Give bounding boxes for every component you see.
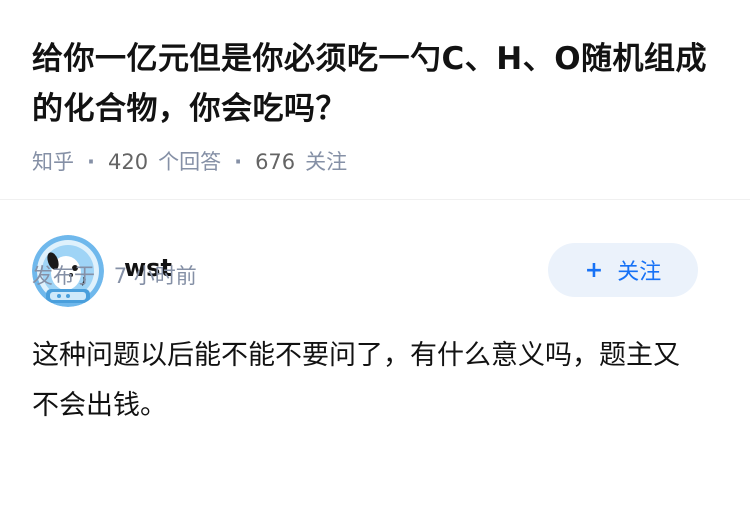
- answer-card: wst + 关注 这种问题以后能不能不要问了，有什么意义吗，题主又不会出钱。: [0, 201, 750, 532]
- published-label: 发布于: [32, 264, 95, 288]
- question-title[interactable]: 给你一亿元但是你必须吃一勺C、H、O随机组成的化合物，你会吃吗？: [32, 34, 712, 134]
- answer-count: 420: [107, 150, 149, 174]
- follow-button[interactable]: + 关注: [548, 243, 698, 297]
- follower-count: 676: [255, 150, 296, 174]
- plus-icon: +: [584, 257, 604, 283]
- question-header: 给你一亿元但是你必须吃一勺C、H、O随机组成的化合物，你会吃吗？ 知乎 · 42…: [0, 0, 750, 200]
- meta-separator: ·: [87, 150, 95, 174]
- published-info: 发布于 7 小时前: [32, 262, 197, 290]
- follower-count-label[interactable]: 关注: [305, 148, 347, 176]
- source-label[interactable]: 知乎: [32, 148, 74, 176]
- author-row: wst + 关注: [32, 201, 718, 311]
- answer-count-label[interactable]: 个回答: [158, 148, 221, 176]
- meta-separator: ·: [234, 150, 243, 174]
- question-meta: 知乎 · 420 个回答 · 676 关注: [32, 148, 718, 176]
- published-time: 7 小时前: [113, 264, 197, 288]
- follow-button-label: 关注: [617, 260, 662, 285]
- answer-content[interactable]: 这种问题以后能不能不要问了，有什么意义吗，题主又不会出钱。: [32, 331, 704, 431]
